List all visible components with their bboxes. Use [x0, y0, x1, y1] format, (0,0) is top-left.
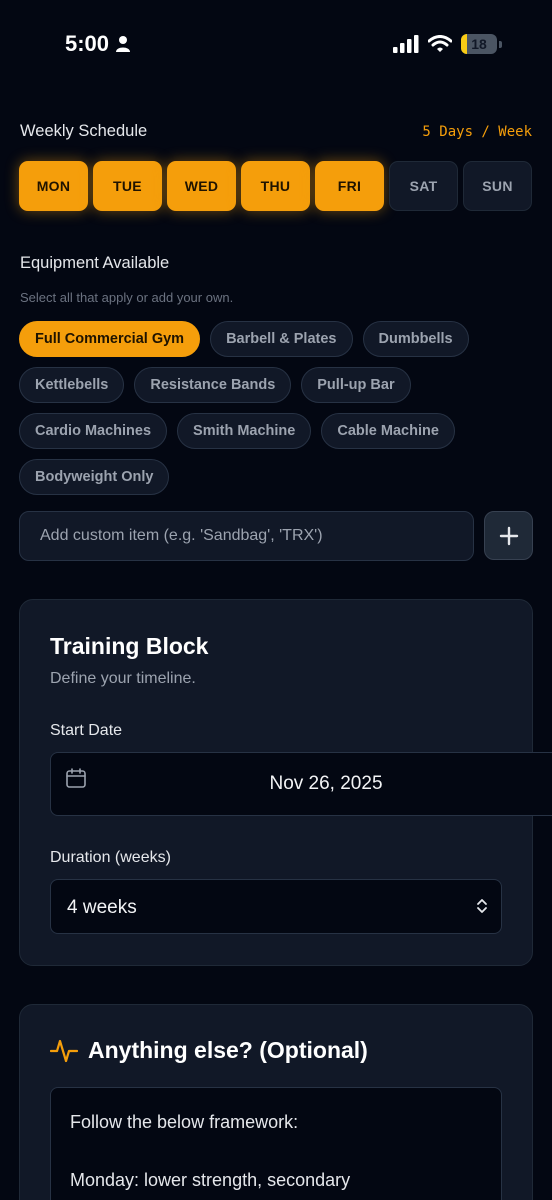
equipment-hint: Select all that apply or add your own.	[20, 290, 234, 305]
signal-icon	[393, 35, 419, 53]
day-tue[interactable]: TUE	[93, 161, 162, 211]
notes-title-row: Anything else? (Optional)	[50, 1037, 368, 1064]
chip-cardio-machines[interactable]: Cardio Machines	[19, 413, 168, 449]
chip-row: Full Commercial Gym Barbell & Plates Dum…	[19, 321, 539, 357]
battery-fill	[461, 34, 468, 54]
chip-barbell-plates[interactable]: Barbell & Plates	[210, 321, 353, 357]
start-date-value: Nov 26, 2025	[269, 773, 383, 794]
plus-icon	[499, 526, 518, 545]
wifi-icon	[428, 35, 452, 52]
day-thu[interactable]: THU	[241, 161, 310, 211]
person-icon	[116, 36, 131, 52]
day-mon[interactable]: MON	[19, 161, 88, 211]
equipment-chips: Full Commercial Gym Barbell & Plates Dum…	[19, 321, 539, 505]
chip-pull-up-bar[interactable]: Pull-up Bar	[301, 367, 411, 403]
start-date-label: Start Date	[50, 722, 123, 739]
day-sat[interactable]: SAT	[389, 161, 458, 211]
chip-bodyweight-only[interactable]: Bodyweight Only	[19, 459, 170, 495]
chip-row: Kettlebells Resistance Bands Pull-up Bar	[19, 367, 539, 403]
status-time: 5:00	[65, 31, 131, 57]
activity-icon	[50, 1039, 78, 1062]
status-time-text: 5:00	[65, 31, 110, 56]
notes-title: Anything else? (Optional)	[88, 1037, 368, 1063]
custom-equipment-input[interactable]	[19, 511, 474, 561]
chip-smith-machine[interactable]: Smith Machine	[177, 413, 312, 449]
status-bar: 5:00 18	[0, 0, 552, 90]
chip-row: Cardio Machines Smith Machine Cable Mach…	[19, 413, 539, 449]
training-block-title: Training Block	[50, 633, 209, 659]
battery-nub	[499, 40, 502, 48]
battery-percent: 18	[471, 36, 487, 52]
add-equipment-button[interactable]	[484, 511, 533, 560]
days-per-week: 5 Days / Week	[422, 124, 532, 140]
day-wed[interactable]: WED	[167, 161, 236, 211]
notes-card: Anything else? (Optional) Follow the bel…	[19, 1004, 533, 1200]
battery-icon: 18	[461, 34, 497, 54]
training-block-subtitle: Define your timeline.	[50, 670, 196, 687]
chip-kettlebells[interactable]: Kettlebells	[19, 367, 125, 403]
notes-textarea[interactable]: Follow the below framework: Monday: lowe…	[50, 1087, 502, 1200]
chip-resistance-bands[interactable]: Resistance Bands	[134, 367, 292, 403]
chip-full-commercial-gym[interactable]: Full Commercial Gym	[19, 321, 201, 357]
equipment-title: Equipment Available	[20, 254, 170, 272]
chevron-updown-icon	[477, 899, 487, 913]
training-block-card: Training Block Define your timeline. Sta…	[19, 599, 552, 966]
chip-cable-machine[interactable]: Cable Machine	[321, 413, 455, 449]
status-icons: 18	[393, 34, 502, 54]
chip-dumbbells[interactable]: Dumbbells	[362, 321, 469, 357]
duration-label: Duration (weeks)	[50, 849, 171, 866]
day-selector: MON TUE WED THU FRI SAT SUN	[19, 161, 532, 211]
start-date-field[interactable]: Nov 26, 2025	[50, 752, 552, 816]
duration-select[interactable]: 4 weeks	[50, 879, 502, 934]
day-sun[interactable]: SUN	[463, 161, 532, 211]
day-fri[interactable]: FRI	[315, 161, 384, 211]
schedule-title: Weekly Schedule	[20, 122, 148, 140]
chip-row: Bodyweight Only	[19, 459, 539, 495]
duration-value: 4 weeks	[67, 897, 137, 918]
